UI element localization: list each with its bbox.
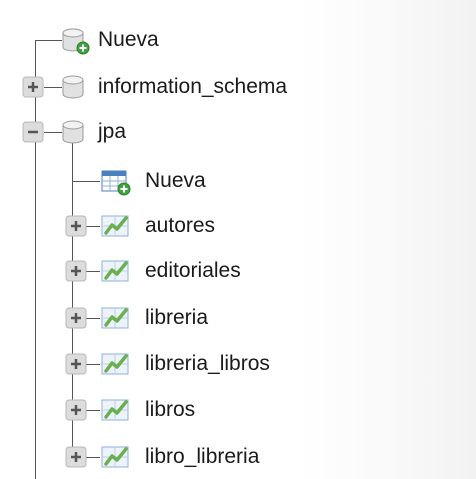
database-icon	[62, 75, 84, 99]
table-icon	[101, 307, 129, 329]
expand-plus-icon[interactable]	[65, 353, 89, 375]
navigation-tree-panel: Nueva information_schema jpa Nueva autor…	[0, 0, 476, 479]
table-icon	[101, 260, 129, 282]
tree-item-table[interactable]: libro_libreria	[145, 445, 259, 469]
collapse-minus-icon[interactable]	[22, 121, 46, 143]
tree-item-jpa[interactable]: jpa	[98, 120, 126, 144]
database-new-icon[interactable]	[60, 28, 94, 56]
expand-plus-icon[interactable]	[65, 260, 89, 282]
expand-plus-icon[interactable]	[22, 76, 46, 98]
tree-item-table[interactable]: autores	[145, 214, 215, 238]
table-icon	[101, 446, 129, 468]
table-icon	[101, 353, 129, 375]
expand-plus-icon[interactable]	[65, 399, 89, 421]
expand-plus-icon[interactable]	[65, 446, 89, 468]
tree-item-table[interactable]: libreria	[145, 306, 208, 330]
table-icon	[101, 399, 129, 421]
expand-plus-icon[interactable]	[65, 215, 89, 237]
tree-item-table[interactable]: libros	[145, 398, 195, 422]
tree-item-new-table[interactable]: Nueva	[145, 169, 206, 193]
table-new-icon[interactable]	[100, 168, 134, 196]
tree-item-table[interactable]: editoriales	[145, 259, 241, 283]
database-icon	[62, 120, 84, 144]
tree-item-new-database[interactable]: Nueva	[98, 28, 159, 52]
tree-item-table[interactable]: libreria_libros	[145, 352, 270, 376]
expand-plus-icon[interactable]	[65, 307, 89, 329]
table-icon	[101, 215, 129, 237]
tree-item-information-schema[interactable]: information_schema	[98, 75, 287, 99]
